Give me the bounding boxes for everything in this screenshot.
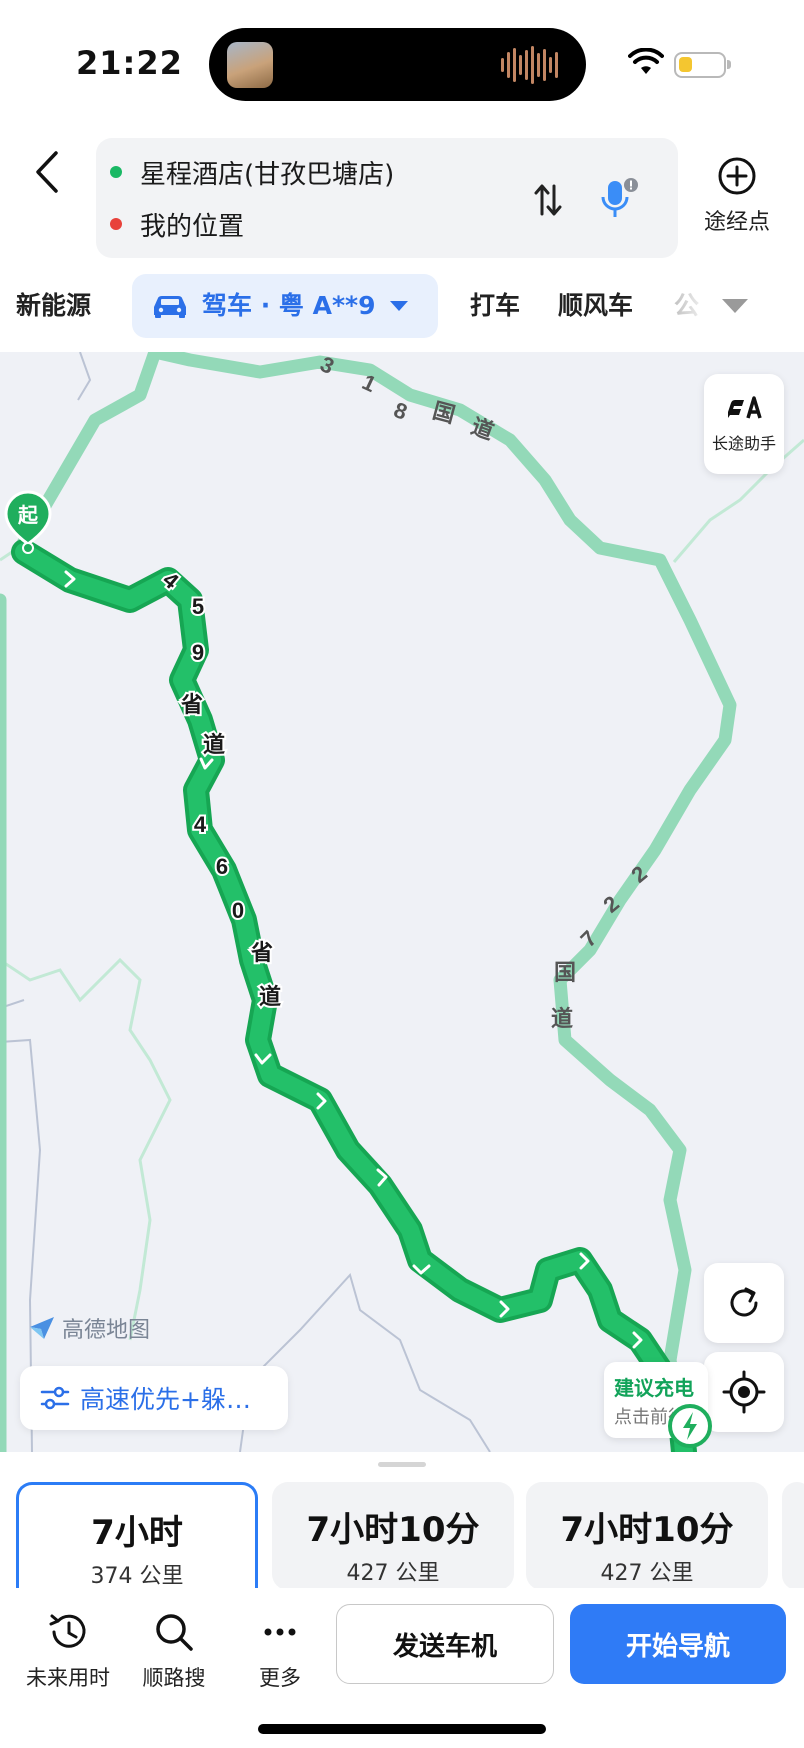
refresh-route-button[interactable] <box>704 1263 784 1343</box>
tab-drive[interactable]: 驾车 · 粤 A**9 <box>132 274 438 338</box>
send-to-car-button[interactable]: 发送车机 <box>336 1604 554 1684</box>
road-label-227-4: 国 <box>554 960 576 985</box>
route-preference-text: 高速优先+躲… <box>80 1385 251 1414</box>
route-input-card: 星程酒店(甘孜巴塘店) 我的位置 <box>96 138 678 258</box>
search-along-route-label: 顺路搜 <box>142 1666 206 1690</box>
status-time: 21:22 <box>76 44 183 82</box>
start-marker[interactable]: 起 <box>2 490 54 554</box>
future-time-button[interactable]: 未来用时 <box>20 1610 116 1692</box>
start-navigation-button[interactable]: 开始导航 <box>570 1604 786 1684</box>
road-label-460-1: 4 <box>194 812 207 837</box>
swap-button[interactable] <box>526 178 570 222</box>
route-option-time: 7小时10分 <box>306 1510 480 1550</box>
clock-icon <box>49 1614 86 1648</box>
road-label-227-5: 道 <box>551 1006 573 1031</box>
bottom-action-bar: 未来用时 顺路搜 更多 发送车机 开始导航 <box>0 1588 804 1748</box>
route-option-distance: 427 公里 <box>600 1561 694 1586</box>
road-label-459-4: 省 <box>180 692 203 717</box>
battery-icon <box>674 52 731 78</box>
longtrip-label: 长途助手 <box>711 434 776 453</box>
chevron-down-icon <box>389 301 408 311</box>
charging-suggestion-title: 建议充电 <box>614 1376 694 1400</box>
tab-drive-label: 驾车 · 粤 A**9 <box>202 291 376 320</box>
home-indicator[interactable] <box>258 1724 546 1734</box>
waypoint-label: 途经点 <box>703 210 770 235</box>
road-label-460-5: 道 <box>259 984 281 1009</box>
road-label-460-2: 6 <box>216 854 228 879</box>
more-dots-icon <box>264 1628 296 1636</box>
amap-logo: 高德地图 <box>28 1312 150 1344</box>
charging-station-marker[interactable] <box>666 1402 714 1458</box>
future-time-label: 未来用时 <box>26 1666 110 1690</box>
origin-dot <box>110 166 122 178</box>
tab-taxi[interactable]: 打车 <box>470 274 520 338</box>
route-preference-button[interactable]: 高速优先+躲… <box>20 1366 288 1430</box>
wifi-icon <box>628 48 664 74</box>
longtrip-icon <box>728 396 762 419</box>
dynamic-island[interactable] <box>209 28 586 101</box>
status-bar: 21:22 <box>0 0 804 130</box>
tab-carpool[interactable]: 顺风车 <box>558 274 633 338</box>
road-label-318-3: 8 <box>391 397 411 425</box>
alternative-routes <box>0 352 737 1452</box>
road-label-459-2: 5 <box>192 594 204 619</box>
more-button[interactable]: 更多 <box>232 1610 328 1692</box>
travel-mode-tabs: 新能源 驾车 · 粤 A**9 打车 顺风车 公 <box>0 274 804 338</box>
destination-text: 我的位置 <box>140 211 245 242</box>
road-label-459-3: 9 <box>192 640 204 665</box>
road-label-459-5: 道 <box>203 732 225 757</box>
road-label-460-3: 0 <box>232 898 244 923</box>
route-option-peek[interactable] <box>782 1482 804 1590</box>
filter-icon <box>40 1386 70 1410</box>
route-option-time: 7小时 <box>91 1513 183 1553</box>
audio-waveform-icon <box>501 46 558 84</box>
start-marker-label: 起 <box>17 503 39 527</box>
route-option-distance: 374 公里 <box>90 1564 184 1589</box>
amap-logo-icon <box>30 1317 54 1339</box>
map-view[interactable]: 3 1 8 国 道 2 2 7 国 道 4 5 9 省 道 4 6 0 省 道 … <box>0 352 804 1452</box>
route-option-3[interactable]: 7小时10分 427 公里 <box>526 1482 768 1590</box>
now-playing-artwork <box>227 42 273 88</box>
more-tabs-chevron-icon[interactable] <box>720 296 750 316</box>
sheet-drag-handle[interactable] <box>378 1462 426 1467</box>
tab-new-energy[interactable]: 新能源 <box>16 274 91 338</box>
amap-logo-text: 高德地图 <box>62 1318 151 1343</box>
microphone-icon <box>601 178 638 217</box>
search-along-route-button[interactable]: 顺路搜 <box>126 1610 222 1692</box>
voice-input-button[interactable] <box>594 174 644 224</box>
battery-fill <box>679 57 692 72</box>
origin-field[interactable]: 星程酒店(甘孜巴塘店) <box>110 150 394 194</box>
more-label: 更多 <box>259 1666 301 1690</box>
swap-icon <box>534 184 562 216</box>
map-canvas[interactable]: 3 1 8 国 道 2 2 7 国 道 4 5 9 省 道 4 6 0 省 道 <box>0 352 804 1452</box>
destination-field[interactable]: 我的位置 <box>110 202 244 246</box>
locate-icon <box>722 1370 766 1414</box>
my-location-button[interactable] <box>704 1352 784 1432</box>
road-label-460-4: 省 <box>250 940 273 965</box>
route-option-1[interactable]: 7小时 374 公里 <box>16 1482 258 1590</box>
car-icon <box>154 296 186 318</box>
back-button[interactable] <box>22 142 72 202</box>
refresh-icon <box>730 1287 758 1317</box>
route-option-distance: 427 公里 <box>346 1561 440 1586</box>
road-labels: 3 1 8 国 道 2 2 7 国 道 4 5 9 省 道 4 6 0 省 道 <box>156 352 652 1031</box>
search-icon <box>156 1614 193 1651</box>
route-option-time: 7小时10分 <box>560 1510 734 1550</box>
route-option-2[interactable]: 7小时10分 427 公里 <box>272 1482 514 1590</box>
origin-text: 星程酒店(甘孜巴塘店) <box>140 159 395 190</box>
add-waypoint-button[interactable]: 途经点 <box>696 156 778 246</box>
back-arrow-icon <box>36 151 58 193</box>
longtrip-assistant-button[interactable]: 长途助手 <box>704 374 784 474</box>
plus-circle-icon <box>718 157 756 195</box>
destination-dot <box>110 218 122 230</box>
